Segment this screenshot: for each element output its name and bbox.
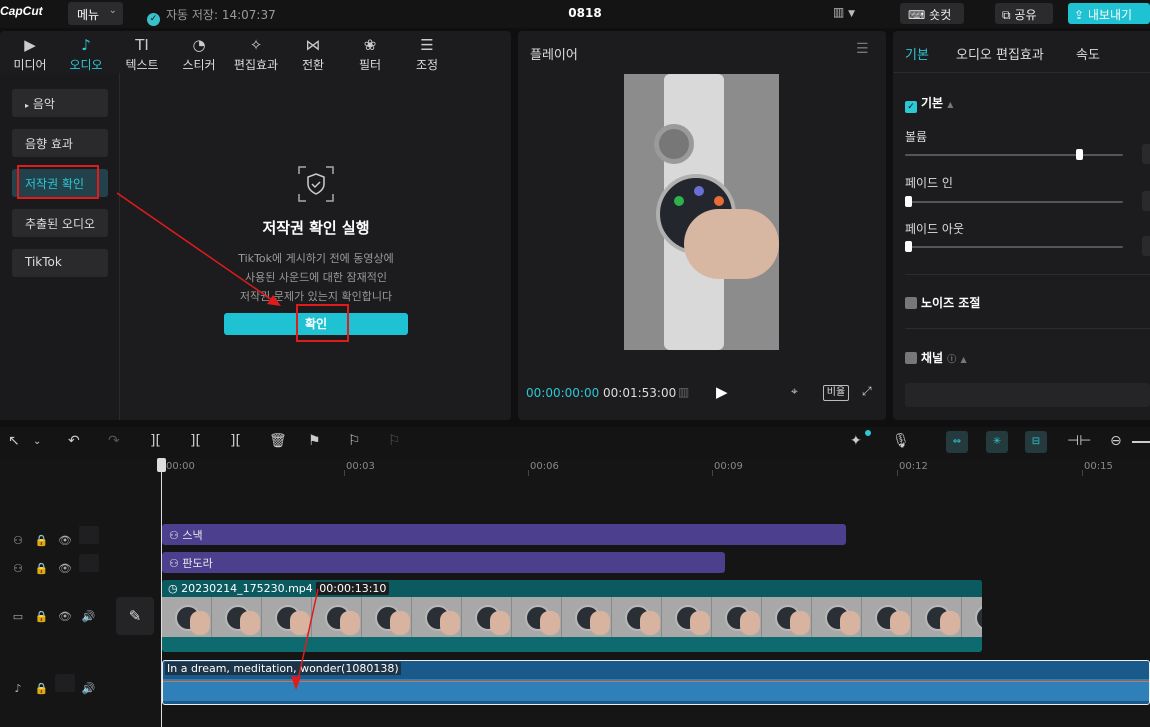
annotation-arrows — [116, 192, 319, 690]
